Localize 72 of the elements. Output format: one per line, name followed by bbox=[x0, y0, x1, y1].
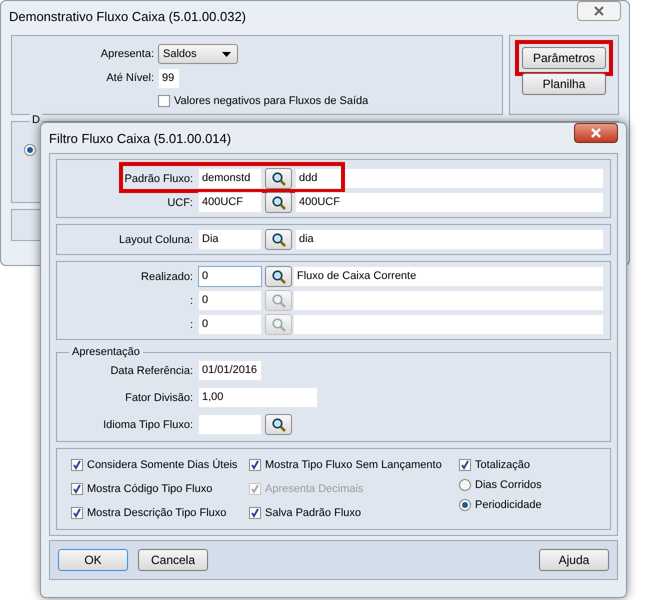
input-field[interactable] bbox=[293, 314, 604, 335]
dialog-title: Filtro Fluxo Caixa (5.01.00.014) bbox=[49, 130, 232, 146]
checkbox-label: Mostra Código Tipo Fluxo bbox=[87, 483, 212, 495]
caret-icon bbox=[222, 52, 231, 56]
search-button[interactable] bbox=[265, 192, 292, 213]
checkbox[interactable] bbox=[71, 507, 83, 519]
help-button[interactable]: Ajuda bbox=[539, 549, 609, 571]
input-field[interactable]: dia bbox=[295, 229, 604, 250]
field-label: Fator Divisão: bbox=[124, 392, 194, 404]
input-field[interactable]: 400UCF bbox=[295, 192, 604, 213]
field-label: Layout Coluna: bbox=[118, 234, 194, 246]
search-button[interactable] bbox=[265, 229, 292, 250]
input-field[interactable]: 99 bbox=[158, 68, 180, 88]
field-label: Data Referência: bbox=[109, 364, 194, 376]
checkbox[interactable] bbox=[71, 483, 83, 495]
input-field[interactable]: demonstd bbox=[198, 168, 262, 189]
search-icon bbox=[270, 292, 286, 308]
close-icon bbox=[592, 5, 606, 17]
checkbox[interactable] bbox=[71, 459, 83, 471]
close-button[interactable] bbox=[577, 1, 621, 21]
input-field[interactable]: Dia bbox=[198, 229, 262, 250]
checkbox-label: Mostra Tipo Fluxo Sem Lançamento bbox=[265, 459, 442, 471]
search-icon bbox=[270, 316, 286, 332]
radio-label: Dias Corridos bbox=[475, 479, 542, 491]
radio-button[interactable] bbox=[459, 499, 471, 511]
checkbox[interactable] bbox=[158, 95, 170, 107]
search-button[interactable] bbox=[265, 168, 292, 189]
search-icon bbox=[270, 170, 286, 186]
radio-label: Periodicidade bbox=[475, 499, 542, 511]
search-icon bbox=[270, 232, 286, 248]
input-field[interactable] bbox=[198, 414, 262, 435]
field-label: Idioma Tipo Fluxo: bbox=[102, 418, 194, 430]
search-icon bbox=[270, 194, 286, 210]
checkbox[interactable] bbox=[459, 459, 471, 471]
field-label: : bbox=[188, 294, 194, 306]
input-field[interactable]: 0 bbox=[198, 266, 262, 287]
field-label: Realizado: bbox=[140, 270, 194, 282]
search-icon bbox=[270, 416, 286, 432]
window-title: Demonstrativo Fluxo Caixa (5.01.00.032) bbox=[9, 8, 246, 24]
field-label: Apresenta: bbox=[100, 48, 154, 60]
dialog-button[interactable]: Cancela bbox=[138, 549, 208, 571]
search-button[interactable] bbox=[265, 266, 292, 287]
input-field[interactable]: ddd bbox=[295, 168, 604, 189]
checkbox[interactable] bbox=[249, 507, 261, 519]
close-icon bbox=[589, 127, 603, 139]
field-label: : bbox=[188, 318, 194, 330]
dialog-button[interactable]: OK bbox=[58, 549, 128, 571]
input-field[interactable]: 1,00 bbox=[198, 387, 318, 408]
radio-button[interactable] bbox=[459, 479, 471, 491]
checkbox[interactable] bbox=[249, 459, 261, 471]
checkbox-label: Mostra Descrição Tipo Fluxo bbox=[87, 507, 226, 519]
close-button[interactable] bbox=[574, 123, 618, 143]
radio-button[interactable] bbox=[24, 144, 36, 156]
checkbox-label: Totalização bbox=[475, 459, 530, 471]
input-field[interactable]: 400UCF bbox=[198, 192, 262, 213]
action-button[interactable]: Planilha bbox=[522, 73, 606, 95]
search-button[interactable] bbox=[265, 414, 292, 435]
input-field[interactable]: 01/01/2016 bbox=[198, 360, 262, 381]
checkbox-label: Considera Somente Dias Úteis bbox=[87, 459, 238, 471]
dropdown[interactable]: Saldos bbox=[158, 44, 238, 64]
search-icon bbox=[270, 268, 286, 284]
group-legend: D bbox=[30, 114, 42, 126]
group-legend: Apresentação bbox=[69, 346, 143, 358]
field-label: Até Nível: bbox=[105, 72, 154, 84]
input-field[interactable] bbox=[293, 290, 604, 311]
checkbox-label: Apresenta Decimais bbox=[265, 483, 364, 495]
field-label: UCF: bbox=[166, 196, 194, 208]
checkbox-label: Valores negativos para Fluxos de Saída bbox=[174, 95, 368, 107]
checkbox-label: Salva Padrão Fluxo bbox=[265, 507, 361, 519]
action-button[interactable]: Parâmetros bbox=[522, 47, 606, 69]
field-label: Padrão Fluxo: bbox=[124, 172, 194, 184]
input-field[interactable]: Fluxo de Caixa Corrente bbox=[293, 266, 604, 287]
